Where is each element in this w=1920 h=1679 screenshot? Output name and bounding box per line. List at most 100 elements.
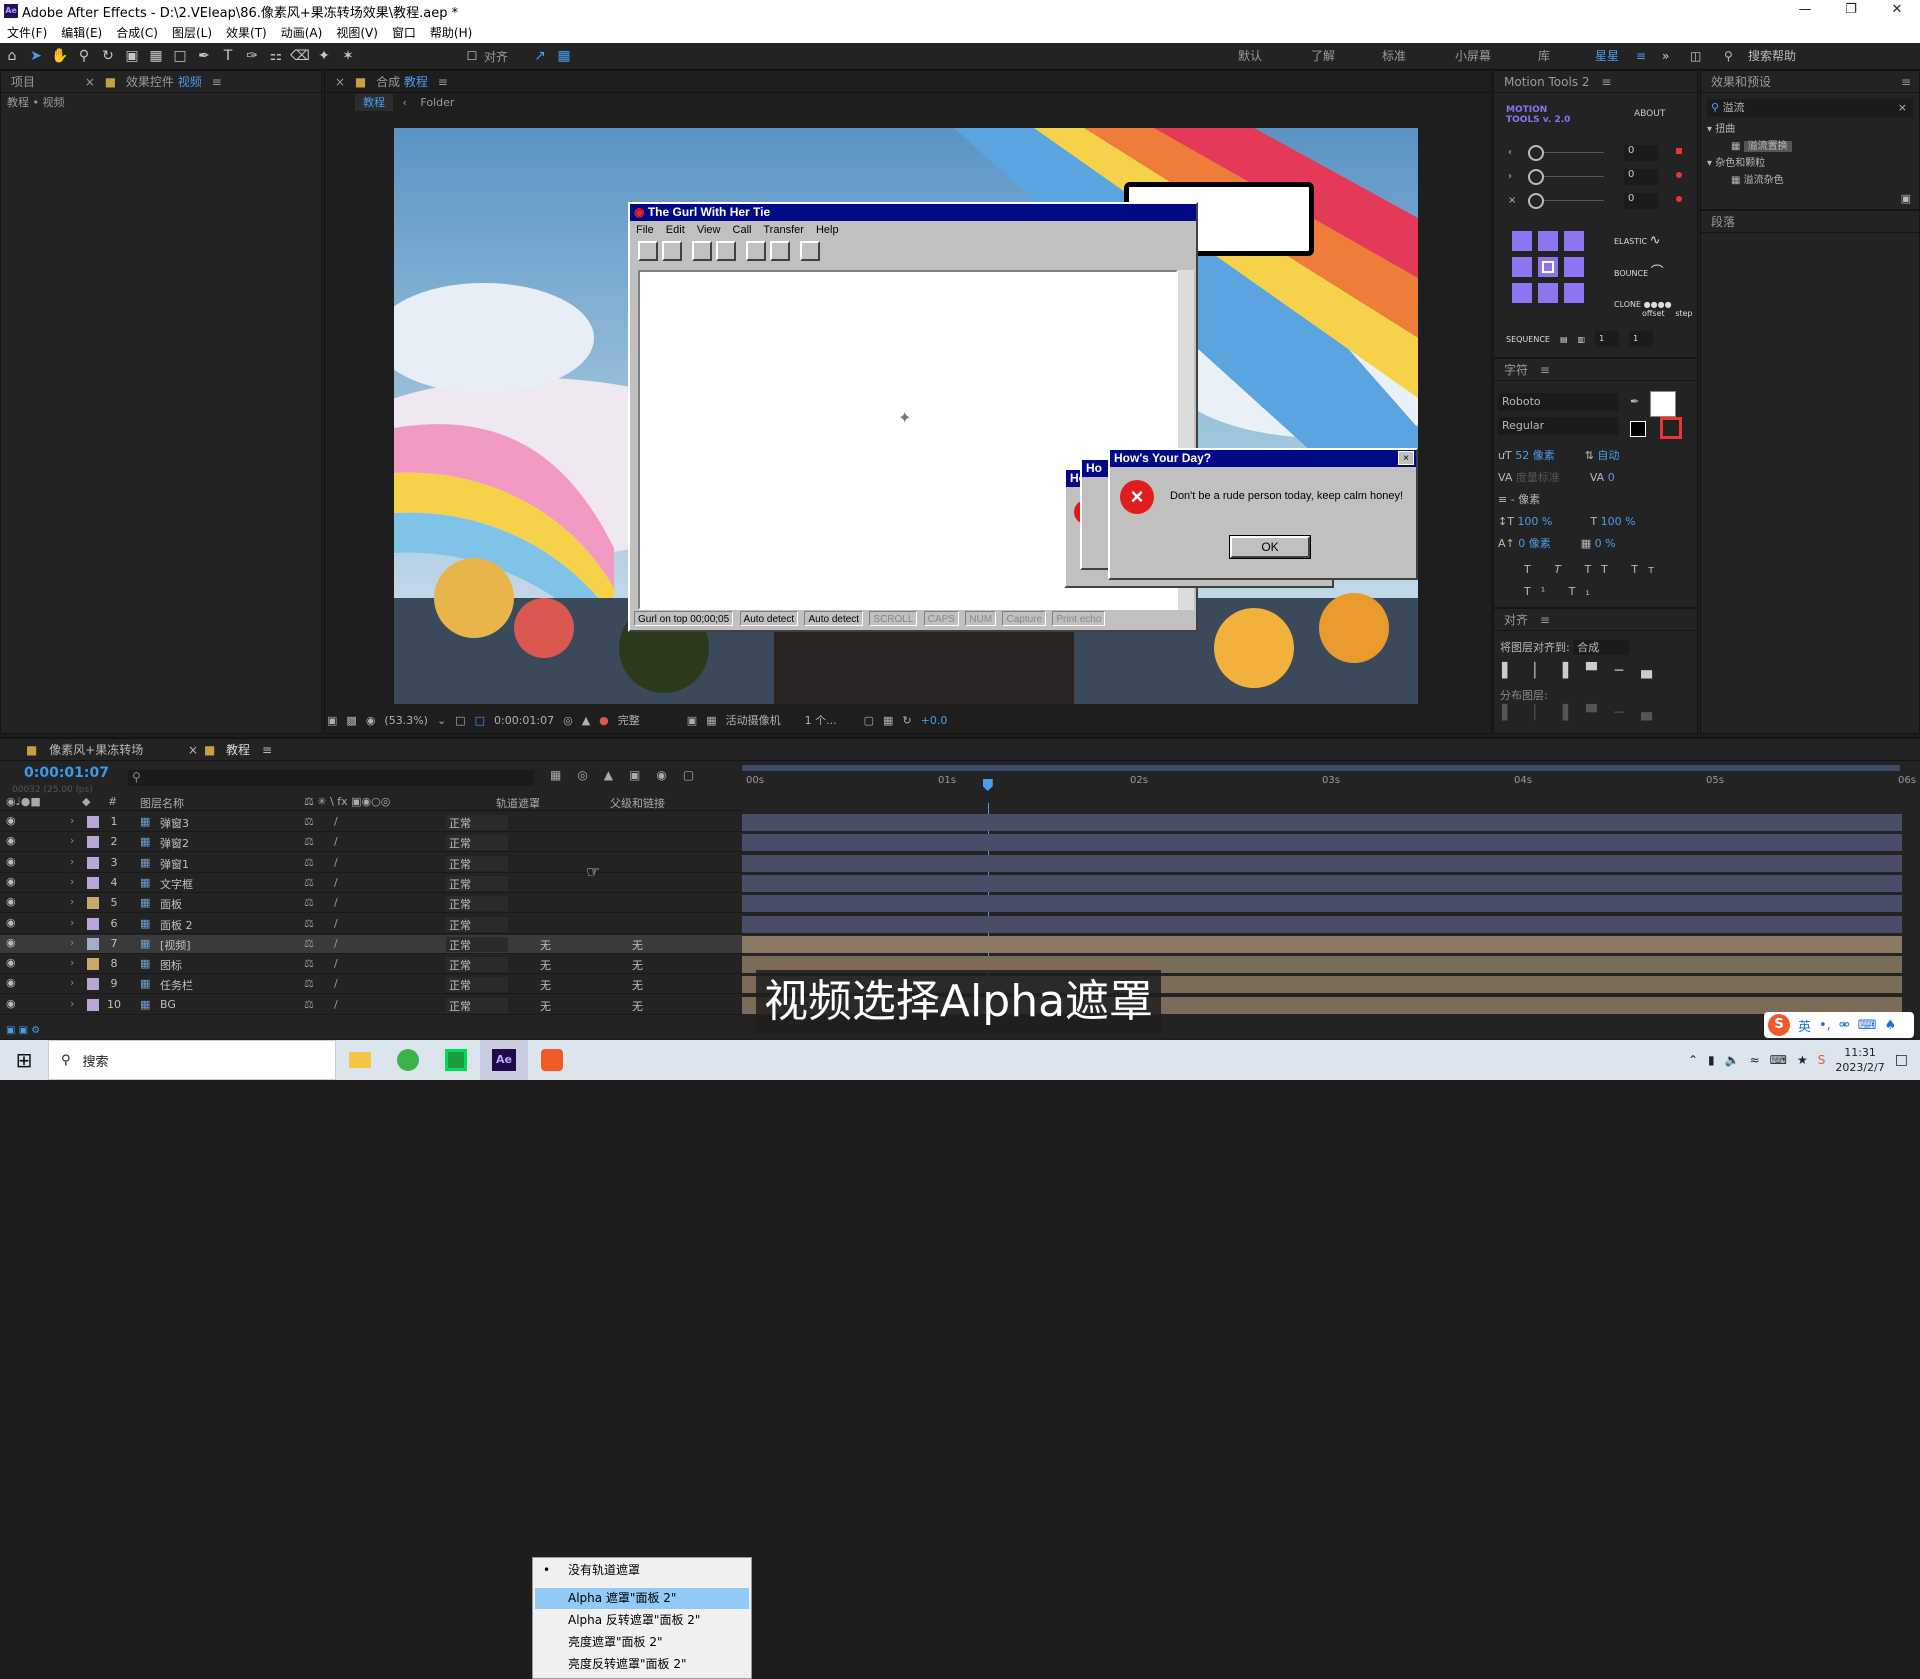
rotate-tool-icon[interactable]: ↻	[96, 45, 120, 67]
baseline-shift-input[interactable]: 0 像素	[1518, 537, 1551, 550]
expand-arrow-icon[interactable]: ›	[70, 855, 74, 868]
text-style-buttons[interactable]: T T TT Tт T¹ T₁	[1498, 559, 1694, 603]
effect-item-selected[interactable]: 溢流置换	[1743, 141, 1792, 152]
layer-duration-bar[interactable]	[742, 834, 1902, 852]
layer-duration-bar[interactable]	[742, 935, 1902, 953]
shy-switch-icon[interactable]: ⚖	[304, 998, 314, 1011]
parent-select[interactable]: 无	[632, 957, 643, 973]
anchor-tool-icon[interactable]: ▦	[144, 45, 168, 67]
layer-duration-bar[interactable]	[742, 895, 1902, 913]
zoom-tool-icon[interactable]: ⚲	[72, 45, 96, 67]
current-time-display[interactable]: 0:00:01:07	[494, 714, 554, 727]
blend-mode-select[interactable]: 正常	[446, 875, 508, 891]
camtasia-icon[interactable]	[432, 1040, 480, 1080]
visibility-eye-icon[interactable]: ◉	[6, 956, 20, 969]
layer-row[interactable]: ◉ › 4 ▦ 文字框 ⚖ / 正常	[0, 874, 742, 893]
track-matte-select[interactable]: 无	[540, 977, 551, 993]
header-layer-name[interactable]: 图层名称	[140, 795, 184, 811]
camera-snapshot-icon[interactable]: ◎	[563, 714, 573, 727]
tab-project[interactable]: 项目	[11, 75, 35, 89]
blend-mode-select[interactable]: 正常	[446, 997, 508, 1013]
bounce-button[interactable]: BOUNCE ⌒	[1614, 257, 1672, 289]
horizontal-scale-input[interactable]: 100 %	[1601, 515, 1636, 528]
layer-name[interactable]: 弹窗3	[160, 815, 295, 831]
shy-switch-icon[interactable]: ⚖	[304, 917, 314, 930]
shy-switch-icon[interactable]: ⚖	[304, 957, 314, 970]
visibility-eye-icon[interactable]: ◉	[6, 936, 20, 949]
character-tab[interactable]: 字符	[1504, 363, 1528, 377]
kerning-select[interactable]: 度量标准	[1516, 471, 1560, 484]
comp-nav-current[interactable]: 教程	[355, 94, 393, 111]
visibility-eye-icon[interactable]: ◉	[6, 875, 20, 888]
workspace-star[interactable]: 星星	[1595, 43, 1619, 70]
workspace-menu-icon[interactable]: ≡	[1636, 43, 1646, 70]
layer-name[interactable]: 文字框	[160, 876, 295, 892]
snap-options-icon[interactable]: ▦	[552, 45, 576, 67]
menu-file[interactable]: 文件(F)	[0, 24, 54, 41]
eyedropper-icon[interactable]: ✒	[1630, 395, 1639, 408]
ime-punct-icon[interactable]: •,	[1819, 1018, 1831, 1033]
fill-color-swatch[interactable]	[1650, 391, 1676, 417]
slider-reset-2-icon[interactable]	[1676, 172, 1682, 178]
leading-input[interactable]: 自动	[1597, 449, 1619, 462]
layer-label-swatch[interactable]	[87, 836, 99, 849]
fast-preview-icon[interactable]: ▢	[864, 714, 874, 727]
views-select[interactable]: 1 个...	[805, 712, 855, 728]
stroke-width-input[interactable]: - 像素	[1511, 493, 1540, 506]
time-ruler[interactable]: 00s 01s 02s 03s 04s 05s 06s	[742, 765, 1916, 805]
blend-mode-select[interactable]: 正常	[446, 815, 508, 830]
timeline-bottom-icons[interactable]: ▣ ▣ ⚙	[0, 1025, 742, 1039]
motion-tools-menu-icon[interactable]: ≡	[1601, 75, 1611, 89]
clear-search-icon[interactable]: ×	[1898, 99, 1907, 117]
rectangle-tool-icon[interactable]: □	[168, 45, 192, 67]
comp-panel-menu-icon[interactable]: ≡	[438, 75, 448, 89]
expand-arrow-icon[interactable]: ›	[70, 997, 74, 1010]
comp-nav-folder[interactable]: Folder	[420, 96, 454, 109]
home-icon[interactable]: ⌂	[0, 45, 24, 67]
roi-icon[interactable]: ▣	[687, 714, 697, 727]
timeline-timecode[interactable]: 0:00:01:07	[24, 765, 109, 781]
quality-switch-icon[interactable]: /	[334, 856, 338, 869]
font-family-select[interactable]: Roboto	[1498, 393, 1618, 411]
expand-arrow-icon[interactable]: ›	[70, 956, 74, 969]
close-window-button[interactable]: ✕	[1874, 0, 1920, 22]
motion-slider-in[interactable]: ‹ 0	[1506, 143, 1686, 167]
blend-mode-select[interactable]: 正常	[446, 957, 508, 973]
tray-sogou-icon[interactable]: S	[1818, 1053, 1826, 1067]
quality-switch-icon[interactable]: /	[334, 937, 338, 950]
layer-name[interactable]: 弹窗1	[160, 856, 295, 872]
new-preset-icon[interactable]: ▣	[1901, 192, 1911, 205]
comp-lock-icon[interactable]: ■	[355, 75, 366, 89]
tab-composition[interactable]: 教程	[404, 75, 428, 89]
layer-name[interactable]: 图标	[160, 957, 295, 973]
puppet-tool-icon[interactable]: ✶	[336, 45, 360, 67]
layer-name[interactable]: 面板	[160, 896, 295, 912]
work-area-bar[interactable]	[742, 765, 1900, 771]
hand-tool-icon[interactable]: ✋	[48, 45, 72, 67]
layer-duration-bar[interactable]	[742, 854, 1902, 872]
windows-start-icon[interactable]: ⊞	[0, 1040, 48, 1080]
effects-group[interactable]: ▾ 杂色和颗粒	[1707, 155, 1792, 172]
visibility-eye-icon[interactable]: ◉	[6, 976, 20, 989]
tsume-input[interactable]: 0 %	[1595, 537, 1616, 550]
layer-label-swatch[interactable]	[87, 978, 99, 991]
brush-tool-icon[interactable]: ✑	[240, 45, 264, 67]
layer-row[interactable]: ◉ › 7 ▦ [视频] ⚖ / 正常 无 无	[0, 934, 742, 954]
vertical-scale-input[interactable]: 100 %	[1517, 515, 1552, 528]
shy-switch-icon[interactable]: ⚖	[304, 835, 314, 848]
parent-select[interactable]: 无	[632, 977, 643, 993]
snap-icon[interactable]: ↗	[528, 45, 552, 67]
menu-item-no-matte[interactable]: • 没有轨道遮罩	[535, 1560, 749, 1581]
layer-row[interactable]: ◉ › 2 ▦ 弹窗2 ⚖ / 正常	[0, 833, 742, 853]
menu-window[interactable]: 窗口	[385, 24, 423, 41]
tray-volume-icon[interactable]: 🔈	[1725, 1053, 1740, 1067]
close-tab-icon[interactable]: ×	[85, 75, 95, 89]
visibility-eye-icon[interactable]: ◉	[6, 895, 20, 908]
slider-knob-2[interactable]	[1528, 169, 1544, 185]
blend-mode-select[interactable]: 正常	[446, 835, 508, 851]
shy-switch-icon[interactable]: ⚖	[304, 977, 314, 990]
workspace-default[interactable]: 默认	[1238, 43, 1262, 70]
more-workspaces-icon[interactable]: »	[1662, 43, 1669, 70]
track-matte-select[interactable]: 无	[540, 937, 551, 953]
stroke-color-swatch[interactable]	[1660, 417, 1682, 439]
